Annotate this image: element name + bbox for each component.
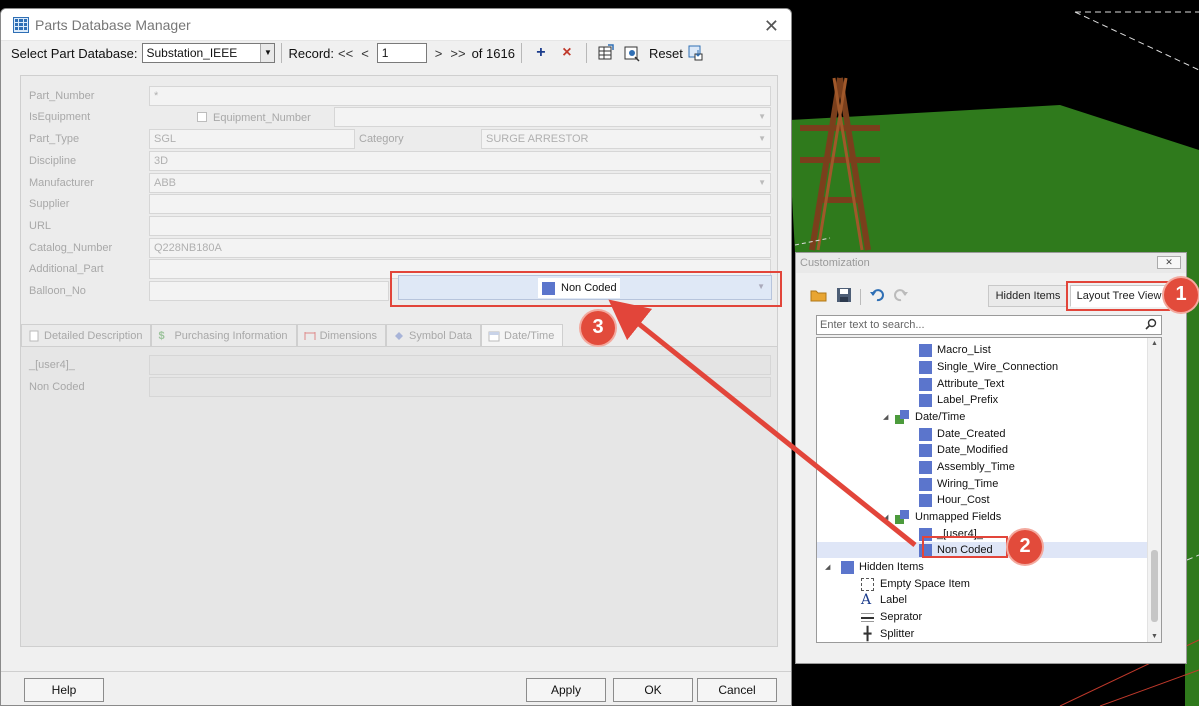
step-callout-2: 2	[1008, 530, 1042, 564]
step-callout-1: 1	[1164, 278, 1198, 312]
step-callout-3: 3	[581, 311, 615, 345]
drag-arrow	[608, 299, 917, 547]
